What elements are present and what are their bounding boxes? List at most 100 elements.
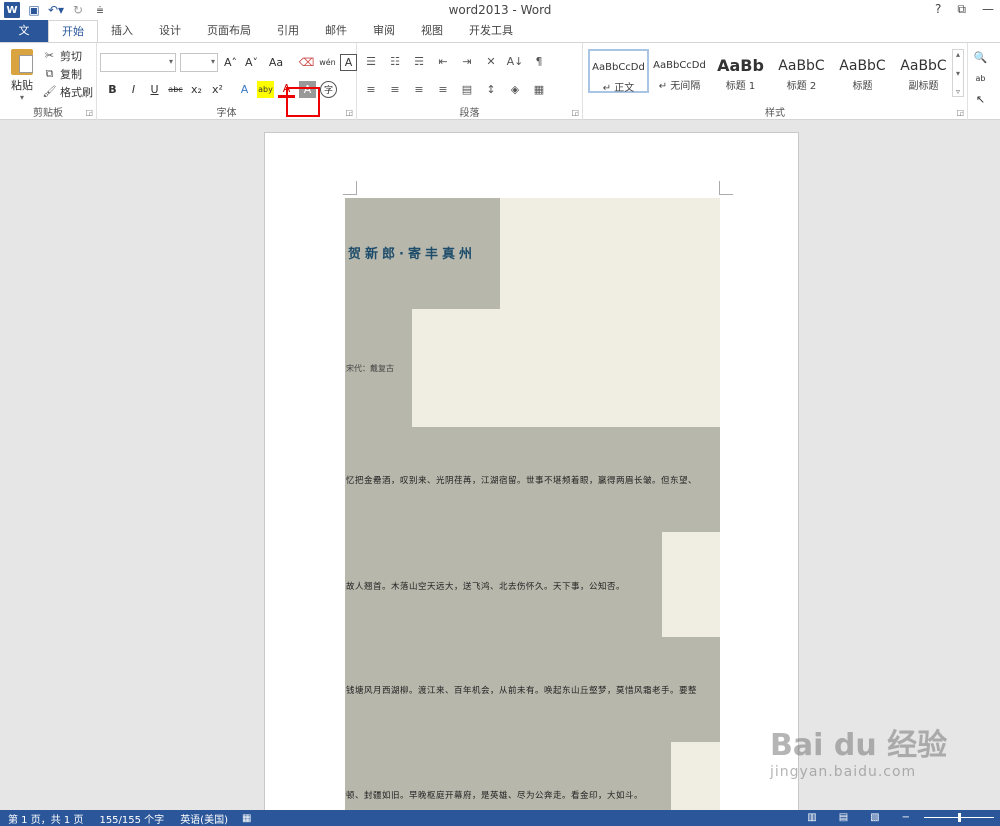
- align-right-button[interactable]: ≡: [410, 81, 428, 98]
- body-gap-2: [671, 742, 720, 812]
- chevron-down-icon: ▾: [168, 57, 173, 66]
- chinese-layout-button[interactable]: ✕: [482, 53, 500, 70]
- enclose-characters-button[interactable]: 字: [320, 81, 337, 98]
- macro-record-icon[interactable]: ▦: [242, 813, 251, 824]
- font-size-combo[interactable]: ▾: [180, 53, 218, 72]
- align-left-button[interactable]: ≡: [362, 81, 380, 98]
- style-subtitle[interactable]: AaBbC 副标题: [893, 49, 954, 93]
- poem-line[interactable]: 钱塘风月西湖柳。渡江来、百年机会，从前未有。唤起东山丘壑梦，莫惜风霜老手。要整: [346, 684, 720, 696]
- tab-file[interactable]: 文件: [0, 20, 48, 59]
- poem-author[interactable]: 宋代：戴复古: [346, 363, 394, 374]
- character-border-button[interactable]: A: [340, 54, 357, 71]
- title-bar: W ▣ ↶▾ ↻ ⩧ word2013 - Word ? ⧉ —: [0, 0, 1000, 20]
- tab-home[interactable]: 开始: [48, 20, 98, 43]
- watermark-url: jingyan.baidu.com: [770, 764, 917, 780]
- tab-review[interactable]: 审阅: [360, 20, 408, 42]
- underline-button[interactable]: U: [146, 81, 163, 98]
- decrease-indent-button[interactable]: ⇤: [434, 53, 452, 70]
- ribbon-display-button[interactable]: ⧉: [957, 2, 966, 17]
- poem-line[interactable]: 故人翘首。木落山空天远大，送飞鸿、北去伤怀久。天下事，公知否。: [346, 580, 625, 592]
- minimize-button[interactable]: —: [982, 2, 994, 17]
- find-button[interactable]: 🔍: [972, 49, 989, 66]
- highlight-color-button[interactable]: aby: [257, 81, 274, 98]
- select-button[interactable]: ↖: [972, 91, 989, 108]
- ribbon-tabs: 文件 开始 插入 设计 页面布局 引用 邮件 审阅 视图 开发工具: [0, 20, 1000, 59]
- help-button[interactable]: ?: [935, 2, 941, 17]
- tab-view[interactable]: 视图: [408, 20, 456, 42]
- bold-button[interactable]: B: [104, 81, 121, 98]
- clipboard-launcher-icon[interactable]: ◲: [85, 108, 93, 117]
- tab-page-layout[interactable]: 页面布局: [194, 20, 264, 42]
- poem-title[interactable]: 贺新郎·寄丰真州: [348, 243, 476, 262]
- change-case-button[interactable]: Aa: [264, 54, 288, 71]
- grow-font-button[interactable]: A˄: [222, 54, 239, 71]
- clear-formatting-button[interactable]: ⌫: [298, 54, 315, 71]
- style-heading-1[interactable]: AaBb 标题 1: [710, 49, 771, 93]
- tab-mailings[interactable]: 邮件: [312, 20, 360, 42]
- paragraph-launcher-icon[interactable]: ◲: [571, 108, 579, 117]
- align-center-button[interactable]: ≡: [386, 81, 404, 98]
- cut-button[interactable]: ✂ 剪切: [42, 48, 93, 63]
- print-layout-icon[interactable]: ▤: [839, 812, 848, 823]
- save-icon[interactable]: ▣: [26, 2, 42, 18]
- customize-qat-icon[interactable]: ⩧: [92, 2, 108, 18]
- phonetic-guide-button[interactable]: wén: [319, 54, 336, 71]
- chevron-up-icon[interactable]: ▴: [956, 50, 960, 59]
- show-formatting-button[interactable]: ¶: [530, 53, 548, 70]
- font-launcher-icon[interactable]: ◲: [345, 108, 353, 117]
- watermark-logo: Bai du 经验: [770, 728, 948, 763]
- word-count[interactable]: 155/155 个字: [99, 811, 164, 826]
- tab-developer[interactable]: 开发工具: [456, 20, 526, 42]
- italic-button[interactable]: I: [125, 81, 142, 98]
- read-mode-icon[interactable]: ▥: [807, 812, 816, 823]
- multilevel-list-button[interactable]: ☴: [410, 53, 428, 70]
- language-indicator[interactable]: 英语(美国): [180, 811, 228, 826]
- paste-dropdown-icon[interactable]: ▾: [8, 93, 36, 102]
- increase-indent-button[interactable]: ⇥: [458, 53, 476, 70]
- sort-button[interactable]: A↓: [506, 53, 524, 70]
- font-name-combo[interactable]: ▾: [100, 53, 176, 72]
- numbering-button[interactable]: ☷: [386, 53, 404, 70]
- document-page[interactable]: 贺新郎·寄丰真州 宋代：戴复古 忆把金罍酒，叹别来、光阴荏苒，江湖宿留。世事不堪…: [264, 132, 799, 812]
- copy-button[interactable]: ⧉ 复制: [42, 66, 93, 81]
- strikethrough-button[interactable]: abc: [167, 81, 184, 98]
- web-layout-icon[interactable]: ▧: [870, 812, 879, 823]
- subscript-button[interactable]: x₂: [188, 81, 205, 98]
- zoom-out-icon[interactable]: −: [902, 812, 910, 823]
- page-count[interactable]: 第 1 页，共 1 页: [8, 811, 83, 826]
- paste-button[interactable]: 粘贴 ▾: [8, 49, 36, 102]
- chevron-down-icon[interactable]: ▾: [956, 69, 960, 78]
- bullets-button[interactable]: ☰: [362, 53, 380, 70]
- shading-button[interactable]: ◈: [506, 81, 524, 98]
- justify-button[interactable]: ≡: [434, 81, 452, 98]
- borders-button[interactable]: ▦: [530, 81, 548, 98]
- tab-references[interactable]: 引用: [264, 20, 312, 42]
- style-heading-2[interactable]: AaBbC 标题 2: [771, 49, 832, 93]
- styles-launcher-icon[interactable]: ◲: [956, 108, 964, 117]
- style-title[interactable]: AaBbC 标题: [832, 49, 893, 93]
- redo-icon[interactable]: ↻: [70, 2, 86, 18]
- zoom-slider[interactable]: [924, 813, 994, 822]
- styles-group-label: 样式: [765, 108, 785, 119]
- style-sample: AaBb: [717, 56, 764, 75]
- margin-corner-mark: [343, 181, 357, 195]
- text-effects-button[interactable]: A: [236, 81, 253, 98]
- distributed-button[interactable]: ▤: [458, 81, 476, 98]
- undo-icon[interactable]: ↶▾: [48, 2, 64, 18]
- status-bar: 第 1 页，共 1 页 155/155 个字 英语(美国) ▦ ▥ ▤ ▧ −: [0, 810, 1000, 826]
- tab-design[interactable]: 设计: [146, 20, 194, 42]
- word-app-icon[interactable]: W: [4, 2, 20, 18]
- poem-line[interactable]: 忆把金罍酒，叹别来、光阴荏苒，江湖宿留。世事不堪频着眼，赢得两眉长皱。但东望、: [346, 474, 720, 486]
- format-painter-button[interactable]: 🖌 格式刷: [42, 84, 93, 99]
- zoom-thumb[interactable]: [958, 813, 961, 822]
- style-normal[interactable]: AaBbCcDd ↵ 正文: [588, 49, 649, 94]
- replace-button[interactable]: ab: [972, 70, 989, 87]
- tab-insert[interactable]: 插入: [98, 20, 146, 42]
- shrink-font-button[interactable]: A˅: [243, 54, 260, 71]
- superscript-button[interactable]: x²: [209, 81, 226, 98]
- more-styles-icon[interactable]: ▿: [956, 87, 960, 96]
- style-no-spacing[interactable]: AaBbCcDd ↵ 无间隔: [649, 49, 710, 93]
- line-spacing-button[interactable]: ↕: [482, 81, 500, 98]
- poem-line[interactable]: 顿、封疆如旧。早晚枢庭开幕府，是英雄、尽为公奔走。看金印，大如斗。: [346, 789, 643, 801]
- styles-scroll[interactable]: ▴ ▾ ▿: [952, 49, 964, 97]
